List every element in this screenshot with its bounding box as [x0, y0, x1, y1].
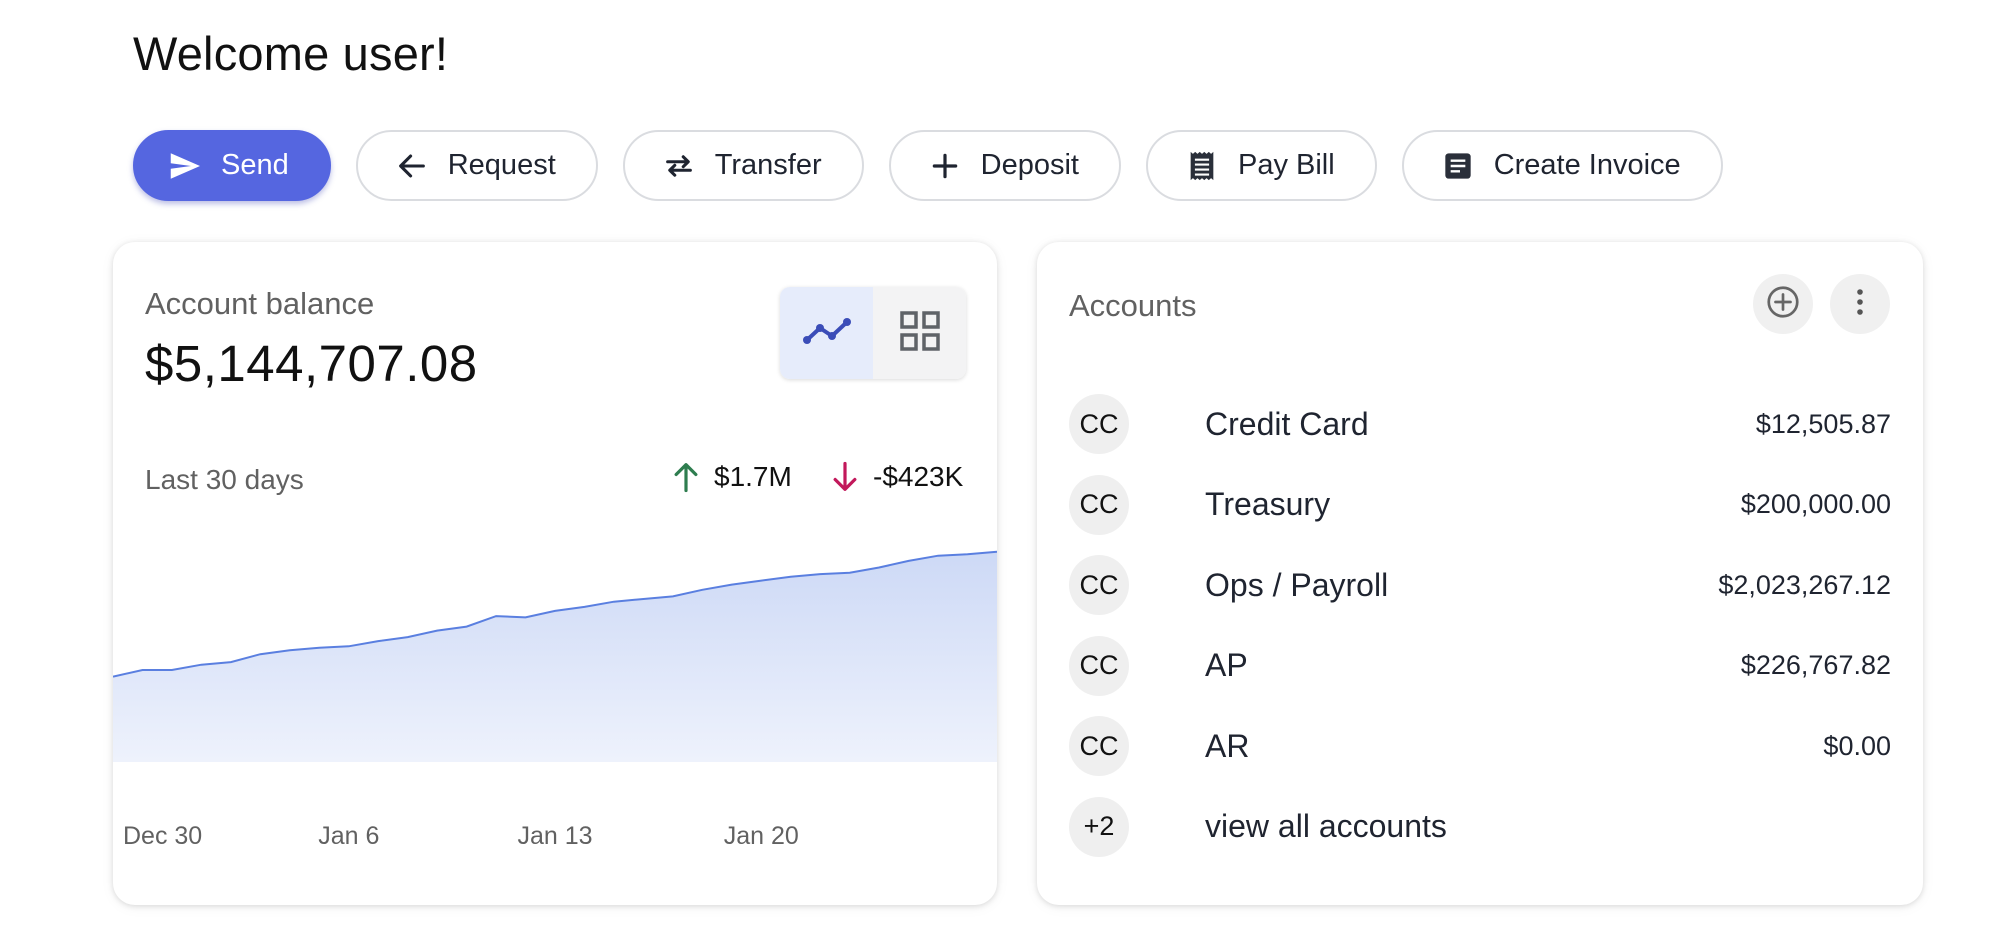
account-name: Credit Card — [1205, 405, 1369, 442]
receipt-icon — [1184, 148, 1220, 184]
outflow-indicator: -$423K — [829, 461, 963, 493]
line-view-option[interactable] — [780, 287, 873, 379]
arrow-down-icon — [829, 461, 861, 493]
x-tick-label: Jan 13 — [517, 822, 593, 850]
balance-area-chart — [113, 550, 997, 762]
account-amount: $0.00 — [1823, 730, 1891, 761]
request-label: Request — [447, 149, 556, 181]
balance-amount: $5,144,707.08 — [145, 335, 478, 392]
plus-icon — [927, 148, 963, 184]
view-all-label: view all accounts — [1205, 808, 1447, 845]
account-name: Treasury — [1205, 486, 1331, 523]
avatar: CC — [1069, 635, 1129, 696]
view-all-accounts-link[interactable]: +2 view all accounts — [1069, 787, 1891, 868]
send-label: Send — [221, 149, 289, 181]
request-button[interactable]: Request — [355, 130, 598, 201]
welcome-heading: Welcome user! — [133, 27, 449, 80]
account-amount: $226,767.82 — [1740, 650, 1891, 681]
account-row-ar[interactable]: CC AR $0.00 — [1069, 706, 1891, 787]
quick-actions: Send Request Transfer Deposit Pay Bill C… — [133, 130, 1723, 201]
arrow-left-icon — [394, 148, 430, 184]
period-label: Last 30 days — [145, 464, 304, 495]
arrow-up-icon — [670, 461, 702, 493]
swap-icon — [661, 148, 697, 184]
grid-view-option[interactable] — [873, 287, 966, 379]
avatar: CC — [1069, 555, 1129, 616]
avatar: CC — [1069, 716, 1129, 777]
accounts-title: Accounts — [1069, 288, 1197, 323]
account-row-ops-payroll[interactable]: CC Ops / Payroll $2,023,267.12 — [1069, 545, 1891, 626]
x-tick-label: Jan 20 — [723, 822, 799, 850]
grid-icon — [899, 310, 941, 357]
account-row-ap[interactable]: CC AP $226,767.82 — [1069, 626, 1891, 707]
pay-bill-label: Pay Bill — [1237, 149, 1335, 181]
send-button[interactable]: Send — [133, 130, 331, 201]
account-amount: $2,023,267.12 — [1718, 569, 1891, 600]
more-vertical-icon — [1855, 287, 1865, 322]
transfer-label: Transfer — [714, 149, 822, 181]
x-tick-label: Dec 30 — [123, 822, 203, 850]
inflow-value: $1.7M — [714, 461, 792, 492]
chart-area-fill — [113, 551, 997, 762]
deposit-label: Deposit — [980, 149, 1079, 181]
more-options-button[interactable] — [1830, 274, 1890, 334]
balance-label: Account balance — [145, 286, 375, 321]
outflow-value: -$423K — [873, 461, 964, 492]
account-name: AP — [1205, 647, 1248, 684]
inflow-indicator: $1.7M — [670, 461, 792, 493]
x-axis-ticks: Dec 30 Jan 6 Jan 13 Jan 20 — [113, 822, 997, 862]
account-row-treasury[interactable]: CC Treasury $200,000.00 — [1069, 465, 1891, 546]
chart-view-toggle — [780, 287, 966, 379]
deposit-button[interactable]: Deposit — [888, 130, 1121, 201]
pay-bill-button[interactable]: Pay Bill — [1145, 130, 1377, 201]
line-chart-icon — [802, 314, 852, 353]
account-name: Ops / Payroll — [1205, 566, 1389, 603]
account-amount: $200,000.00 — [1740, 489, 1891, 520]
plus-circle-icon — [1765, 284, 1801, 325]
create-invoice-button[interactable]: Create Invoice — [1401, 130, 1723, 201]
account-amount: $12,505.87 — [1755, 408, 1891, 439]
more-accounts-count: +2 — [1069, 796, 1129, 857]
x-tick-label: Jan 6 — [318, 822, 380, 850]
send-icon — [167, 148, 203, 184]
accounts-card: Accounts CC Credit Card $12,505.87 CC Tr… — [1037, 242, 1923, 905]
document-icon — [1440, 148, 1476, 184]
account-balance-card: Account balance $5,144,707.08 Last 30 da… — [113, 242, 997, 905]
account-row-credit-card[interactable]: CC Credit Card $12,505.87 — [1069, 384, 1891, 465]
accounts-list: CC Credit Card $12,505.87 CC Treasury $2… — [1069, 384, 1891, 867]
avatar: CC — [1069, 474, 1129, 535]
account-name: AR — [1205, 727, 1250, 764]
avatar: CC — [1069, 394, 1129, 455]
add-account-button[interactable] — [1753, 274, 1813, 334]
create-invoice-label: Create Invoice — [1493, 149, 1681, 181]
transfer-button[interactable]: Transfer — [622, 130, 864, 201]
